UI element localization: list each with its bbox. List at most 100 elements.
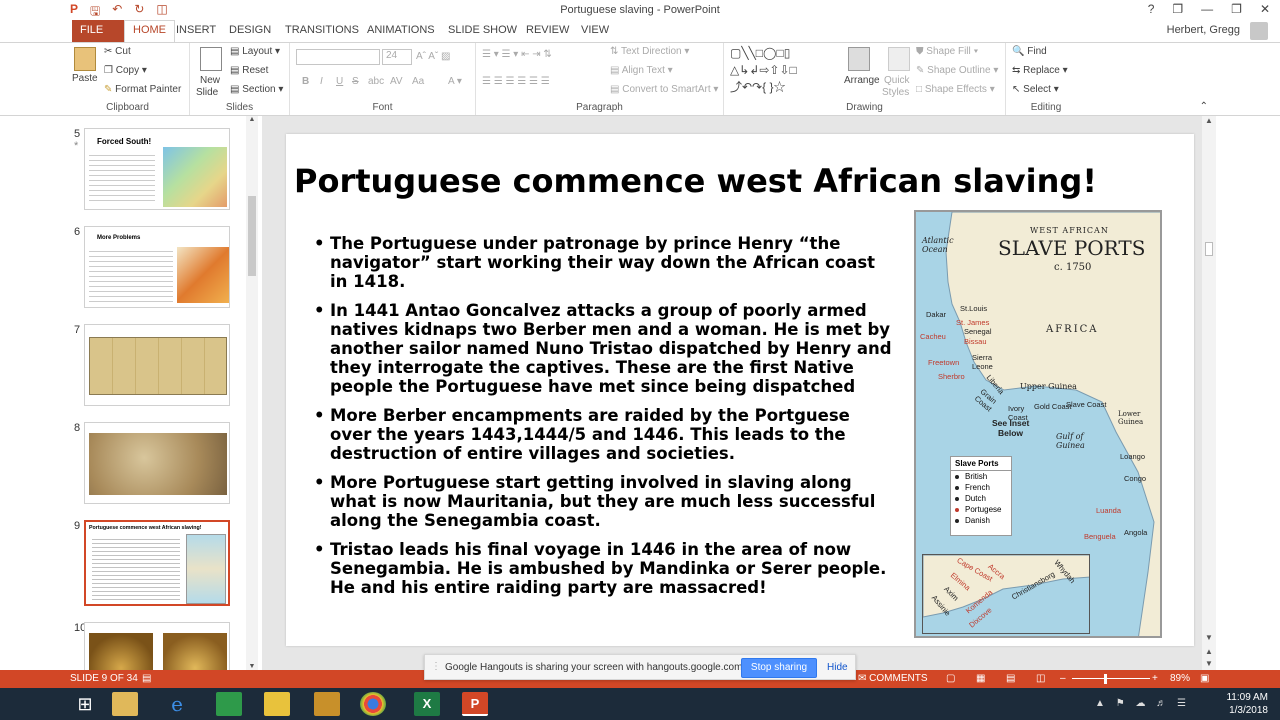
shape-effects-button[interactable]: □ Shape Effects ▾ bbox=[916, 84, 995, 95]
slide-sorter-icon[interactable]: ▦ bbox=[976, 673, 985, 684]
help-button[interactable]: ? bbox=[1148, 2, 1155, 16]
alignment-buttons[interactable]: ☰ ☰ ☰ ☰ ☰ ☰ bbox=[482, 76, 550, 87]
slide-body[interactable]: The Portuguese under patronage by prince… bbox=[314, 234, 892, 607]
chrome-icon[interactable] bbox=[360, 692, 386, 716]
shapes-gallery[interactable]: ▢╲╲□◯□▯ △↳↲⇨⇧⇩□ ⤴↶↷{ }☆ bbox=[730, 45, 797, 96]
font-grow-shrink-buttons[interactable]: Aˆ Aˇ ▨ bbox=[416, 51, 450, 62]
slide-thumbnail-7[interactable] bbox=[84, 324, 230, 406]
next-slide-icon[interactable]: ▼ bbox=[1202, 659, 1216, 668]
slide-thumbnail-10[interactable] bbox=[84, 622, 230, 670]
cut-button[interactable]: ✂ Cut bbox=[104, 46, 131, 57]
slide[interactable]: Portuguese commence west African slaving… bbox=[286, 134, 1194, 646]
font-name-select[interactable] bbox=[296, 49, 380, 65]
quick-styles-label2[interactable]: Styles bbox=[882, 87, 909, 98]
character-spacing-button[interactable]: AV bbox=[390, 76, 403, 87]
stop-sharing-button[interactable]: Stop sharing bbox=[741, 658, 817, 678]
scroll-down-icon[interactable]: ▼ bbox=[246, 663, 258, 670]
zoom-out-button[interactable]: – bbox=[1060, 673, 1066, 684]
zoom-in-button[interactable]: + bbox=[1152, 673, 1158, 684]
previous-slide-icon[interactable]: ▲ bbox=[1202, 647, 1216, 656]
bullet-item[interactable]: More Portuguese start getting involved i… bbox=[314, 473, 892, 530]
scrollbar-thumb[interactable] bbox=[248, 196, 256, 276]
font-size-select[interactable]: 24 bbox=[382, 49, 412, 65]
tab-design[interactable]: DESIGN bbox=[229, 24, 271, 36]
replace-button[interactable]: ⇆ Replace ▾ bbox=[1012, 65, 1068, 76]
bullet-item[interactable]: The Portuguese under patronage by prince… bbox=[314, 234, 892, 291]
fit-slide-icon[interactable]: ▣ bbox=[1200, 673, 1209, 684]
shape-fill-button[interactable]: ⛊ Shape Fill ▾ bbox=[916, 46, 978, 57]
layout-button[interactable]: ▤ Layout ▾ bbox=[230, 46, 280, 57]
quick-styles-button[interactable]: Quick bbox=[884, 75, 910, 86]
store-icon[interactable] bbox=[216, 692, 242, 716]
scroll-down-icon[interactable]: ▼ bbox=[1202, 633, 1216, 642]
underline-button[interactable]: U bbox=[336, 76, 343, 87]
slide-thumbnail-9[interactable]: Portuguese commence west African slaving… bbox=[84, 520, 230, 606]
align-text-button[interactable]: ▤ Align Text ▾ bbox=[610, 65, 673, 76]
close-button[interactable]: ✕ bbox=[1260, 2, 1270, 16]
scroll-up-icon[interactable]: ▲ bbox=[246, 116, 258, 123]
hide-link[interactable]: Hide bbox=[827, 662, 848, 673]
internet-explorer-icon[interactable]: e bbox=[164, 692, 190, 716]
slide-thumbnail-5[interactable]: Forced South! bbox=[84, 128, 230, 210]
font-color-button[interactable]: A ▾ bbox=[448, 76, 462, 87]
bold-button[interactable]: B bbox=[302, 76, 309, 87]
windows-start-icon[interactable]: ⊞ bbox=[72, 692, 98, 716]
reset-button[interactable]: ▤ Reset bbox=[230, 65, 268, 76]
paste-button[interactable]: Paste bbox=[72, 73, 98, 84]
find-button[interactable]: 🔍 Find bbox=[1012, 46, 1047, 57]
slideshow-view-icon[interactable]: ◫ bbox=[1036, 673, 1045, 684]
zoom-slider[interactable] bbox=[1072, 678, 1150, 679]
convert-smartart-button[interactable]: ▤ Convert to SmartArt ▾ bbox=[610, 84, 718, 95]
zoom-slider-thumb[interactable] bbox=[1104, 674, 1107, 684]
minimize-button[interactable]: — bbox=[1201, 2, 1213, 16]
shape-outline-button[interactable]: ✎ Shape Outline ▾ bbox=[916, 65, 998, 76]
reading-view-icon[interactable]: ▤ bbox=[1006, 673, 1015, 684]
text-shadow-button[interactable]: abc bbox=[368, 76, 384, 87]
sticky-notes-icon[interactable] bbox=[264, 692, 290, 716]
slide-thumbnail-6[interactable]: More Problems bbox=[84, 226, 230, 308]
user-name[interactable]: Herbert, Gregg bbox=[1167, 24, 1240, 36]
format-painter-button[interactable]: ✎ Format Painter bbox=[104, 84, 181, 95]
tab-animations[interactable]: ANIMATIONS bbox=[367, 24, 435, 36]
normal-view-icon[interactable]: ▢ bbox=[946, 673, 955, 684]
slave-ports-map[interactable]: WEST AFRICAN SLAVE PORTS c. 1750 Atlanti… bbox=[914, 210, 1162, 638]
slide-title[interactable]: Portuguese commence west African slaving… bbox=[294, 162, 1154, 200]
bullet-item[interactable]: In 1441 Antao Goncalvez attacks a group … bbox=[314, 301, 892, 396]
tab-file[interactable]: FILE bbox=[72, 20, 124, 42]
arrange-button[interactable]: Arrange bbox=[844, 75, 880, 86]
ribbon-display-options-button[interactable]: ❐ bbox=[1172, 2, 1183, 16]
scrollbar-thumb[interactable] bbox=[1205, 242, 1213, 256]
bullet-item[interactable]: More Berber encampments are raided by th… bbox=[314, 406, 892, 463]
system-tray-icons[interactable]: ▲ ⚑ ☁ ♬ ☰ bbox=[1095, 698, 1190, 709]
thumbnail-scrollbar[interactable]: ▲ ▼ bbox=[246, 116, 258, 670]
new-slide-button[interactable]: New bbox=[200, 75, 220, 86]
copy-button[interactable]: ❐ Copy ▾ bbox=[104, 65, 147, 76]
photos-icon[interactable] bbox=[314, 692, 340, 716]
tab-transitions[interactable]: TRANSITIONS bbox=[285, 24, 359, 36]
zoom-level[interactable]: 89% bbox=[1170, 673, 1190, 684]
collapse-ribbon-icon[interactable]: ⌃ bbox=[1200, 101, 1208, 112]
slide-thumbnail-8[interactable] bbox=[84, 422, 230, 504]
spellcheck-icon[interactable]: ▤ bbox=[142, 673, 151, 684]
list-buttons[interactable]: ☰ ▾ ☰ ▾ ⇤ ⇥ ⇅ bbox=[482, 49, 552, 60]
italic-button[interactable]: I bbox=[320, 76, 323, 87]
file-explorer-icon[interactable] bbox=[112, 692, 138, 716]
bullet-item[interactable]: Tristao leads his final voyage in 1446 i… bbox=[314, 540, 892, 597]
scroll-up-icon[interactable]: ▲ bbox=[1202, 116, 1216, 125]
slide-scrollbar[interactable]: ▲ ▼ ▲ ▼ bbox=[1202, 116, 1216, 670]
excel-icon[interactable]: X bbox=[414, 692, 440, 716]
tab-insert[interactable]: INSERT bbox=[176, 24, 216, 36]
drag-handle-icon[interactable]: ⋮ bbox=[431, 661, 441, 672]
strikethrough-button[interactable]: S bbox=[352, 76, 359, 87]
restore-button[interactable]: ❐ bbox=[1231, 2, 1242, 16]
comments-button[interactable]: ✉ COMMENTS bbox=[858, 673, 928, 684]
section-button[interactable]: ▤ Section ▾ bbox=[230, 84, 283, 95]
select-button[interactable]: ↖ Select ▾ bbox=[1012, 84, 1059, 95]
powerpoint-taskbar-icon[interactable]: P bbox=[462, 692, 488, 716]
tab-review[interactable]: REVIEW bbox=[526, 24, 569, 36]
avatar[interactable] bbox=[1250, 22, 1268, 40]
tab-home[interactable]: HOME bbox=[124, 20, 175, 42]
change-case-button[interactable]: Aa bbox=[412, 76, 424, 87]
system-clock[interactable]: 11:09 AM 1/3/2018 bbox=[1226, 691, 1268, 717]
tab-slide-show[interactable]: SLIDE SHOW bbox=[448, 24, 517, 36]
